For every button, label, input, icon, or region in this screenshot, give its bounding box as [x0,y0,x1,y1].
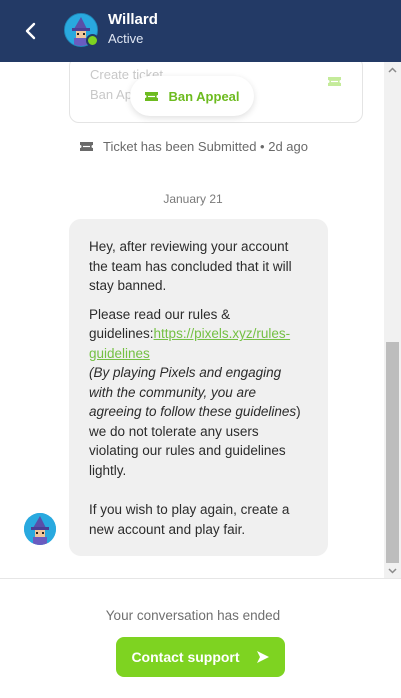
contact-support-label: Contact support [131,649,240,665]
message-avatar [24,513,56,545]
ticket-icon [145,91,159,101]
wizard-avatar-icon [24,513,56,545]
scroll-down-button[interactable] [388,566,397,575]
chevron-down-icon [388,567,397,574]
chat-header: Willard Active [0,0,401,62]
agent-name: Willard [108,11,158,28]
date-separator: January 21 [163,192,223,206]
ticket-submitted-status: Ticket has been Submitted • 2d ago [79,137,308,155]
agent-status: Active [108,31,144,46]
scrollbar[interactable] [384,62,401,578]
footer-divider [0,578,401,579]
ban-appeal-pill[interactable]: Ban Appeal [130,76,254,116]
contact-support-button[interactable]: Contact support [116,637,285,677]
agent-avatar-container [64,13,99,47]
ticket-icon [80,141,93,151]
message-italic-note: (By playing Pixels and engaging with the… [89,365,297,419]
message-paragraph-2: Please read our rules & guidelines:https… [89,305,308,481]
ticket-submitted-text: Ticket has been Submitted • 2d ago [103,138,308,154]
scrollbar-thumb[interactable] [386,342,399,563]
ban-appeal-label: Ban Appeal [168,88,240,104]
message-paragraph-1: Hey, after reviewing your account the te… [89,239,292,293]
scroll-up-button[interactable] [388,65,397,74]
conversation-ended-text: Your conversation has ended [105,608,281,623]
back-button[interactable] [18,18,44,44]
ticket-card-subtitle: Ban Ap [90,87,132,102]
message-list[interactable]: Create ticket Ban Ap Ban Appeal Ticket h… [0,62,401,578]
message-bubble: Hey, after reviewing your account the te… [69,219,328,556]
ticket-icon [328,77,341,86]
chevron-up-icon [388,66,397,73]
send-icon [256,651,269,663]
chevron-left-icon [25,22,36,40]
online-status-dot [86,34,99,47]
message-paragraph-3: If you wish to play again, create a new … [89,502,290,537]
